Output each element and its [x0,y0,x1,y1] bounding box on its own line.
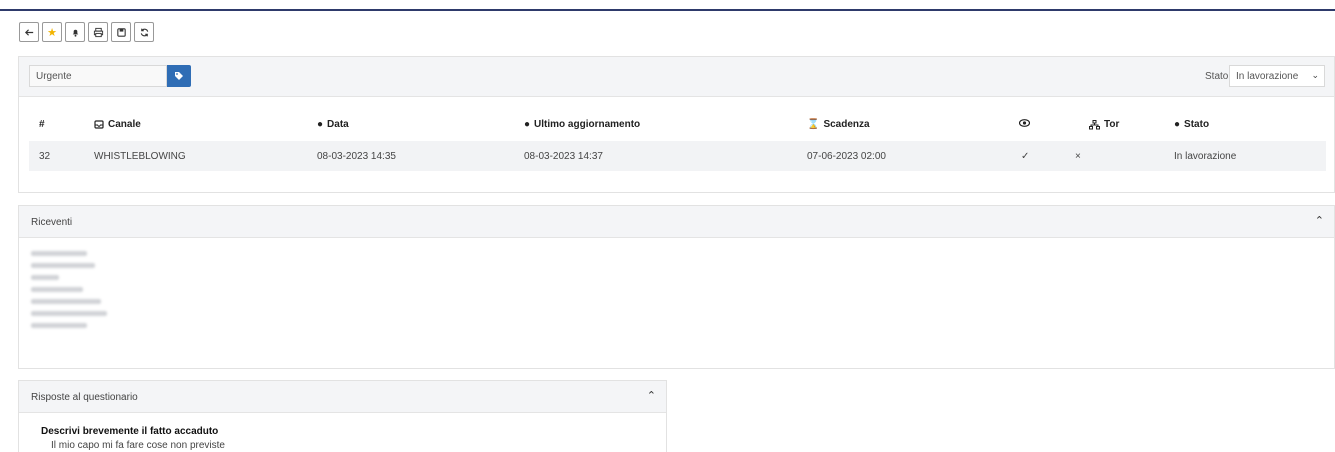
risposte-panel: Risposte al questionario ⌃ Descrivi brev… [18,380,667,452]
cell-ultimo: 08-03-2023 14:37 [524,151,603,162]
col-header-scadenza: ⌛ Scadenza [807,119,870,130]
list-item [31,299,101,304]
star-icon: ★ [47,26,57,39]
eye-icon [1019,119,1030,127]
chevron-up-icon[interactable]: ⌃ [647,389,656,402]
page-title-cut [20,0,270,9]
refresh-icon [140,28,148,36]
riceventi-list [31,251,107,335]
list-item [31,275,59,280]
question-label: Descrivi brevemente il fatto accaduto [41,426,219,437]
col-header-data: ● Data [317,119,349,130]
tag-icon [175,72,183,80]
list-item [31,287,83,292]
inbox-icon [94,120,104,129]
tag-input[interactable]: Urgente [29,65,167,87]
risposte-title: Risposte al questionario [31,392,138,403]
check-icon: ✓ [1021,151,1030,162]
favorite-button[interactable]: ★ [42,22,62,42]
table-row[interactable] [29,141,1326,171]
col-header-seen [1019,119,1030,127]
cell-num: 32 [39,151,51,162]
arrow-left-icon [24,28,33,36]
info-circle-icon: ● [1174,119,1181,130]
cell-canale: WHISTLEBLOWING [94,151,186,162]
risposte-header[interactable]: Risposte al questionario ⌃ [19,381,666,413]
cross-icon: × [1075,151,1081,162]
back-button[interactable] [19,22,39,42]
col-header-tor: Tor [1089,119,1119,130]
answer-text: Il mio capo mi fa fare cose non previste [51,440,225,451]
list-item [31,323,87,328]
list-item [31,251,87,256]
cell-data: 08-03-2023 14:35 [317,151,396,162]
cell-stato: In lavorazione [1174,151,1237,162]
stato-select-value: In lavorazione [1236,71,1299,82]
col-header-canale: Canale [94,119,141,130]
tag-button[interactable] [167,65,191,87]
hourglass-icon: ⌛ [807,119,820,130]
sitemap-icon [1089,119,1100,129]
toolbar: ★ [19,22,154,42]
list-item [31,311,107,316]
clock-icon: ● [317,119,324,130]
col-header-stato: ● Stato [1174,119,1210,130]
notify-button[interactable] [65,22,85,42]
chevron-up-icon[interactable]: ⌃ [1315,214,1324,227]
bell-icon [72,29,78,37]
refresh-button[interactable] [134,22,154,42]
col-header-ultimo: ● Ultimo aggiornamento [524,119,641,130]
riceventi-header[interactable]: Riceventi ⌃ [19,206,1334,238]
cell-scadenza: 07-06-2023 02:00 [807,151,886,162]
stato-label: Stato [1205,71,1229,82]
stato-select[interactable]: In lavorazione ⌄ [1229,65,1325,87]
header-line [0,9,1335,11]
list-item [31,263,95,268]
floppy-icon [116,27,126,37]
print-button[interactable] [88,22,108,42]
filter-bar: Urgente Stato In lavorazione ⌄ [19,57,1334,97]
riceventi-panel: Riceventi ⌃ [18,205,1335,369]
col-header-num: # [39,119,45,130]
chevron-down-icon: ⌄ [1311,70,1319,80]
save-button[interactable] [111,22,131,42]
segnalazione-card: Urgente Stato In lavorazione ⌄ # Canale … [18,56,1335,193]
riceventi-title: Riceventi [31,217,73,228]
printer-icon [93,27,103,37]
clock-icon: ● [524,119,531,130]
